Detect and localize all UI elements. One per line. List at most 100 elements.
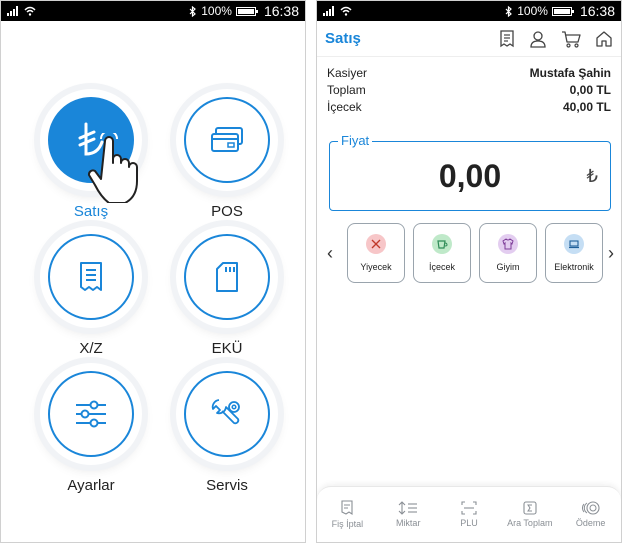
cart-icon[interactable] — [561, 30, 581, 48]
user-icon[interactable] — [529, 30, 547, 48]
category-carousel: ‹ Yiyecek İçecek Giyim Elektronik › — [317, 223, 621, 285]
category-elektronik[interactable]: Elektronik — [545, 223, 603, 283]
app-header: Satış — [317, 21, 621, 57]
category-icon-bg — [564, 234, 584, 254]
menu-circle — [176, 89, 278, 191]
menu-label: EKÜ — [211, 340, 243, 357]
category-icecek[interactable]: İçecek — [413, 223, 471, 283]
menu-circle-inner — [48, 234, 134, 320]
sum-icon — [523, 501, 537, 515]
chevron-right-icon[interactable]: › — [608, 243, 614, 264]
info-value: Mustafa Şahin — [529, 66, 611, 80]
info-row-total: Toplam 0,00 TL — [327, 82, 611, 99]
action-label: Fiş İptal — [331, 519, 364, 529]
status-bar: 100% 16:38 — [317, 1, 621, 21]
wifi-icon — [24, 6, 36, 16]
info-value: 0,00 TL — [569, 83, 611, 97]
menu-circle — [40, 226, 142, 328]
price-value: 0,00 — [438, 158, 502, 194]
price-legend: Fiyat — [338, 133, 373, 148]
memory-card-icon — [216, 262, 238, 292]
category-yiyecek[interactable]: Yiyecek — [347, 223, 405, 283]
category-label: İçecek — [428, 262, 455, 272]
battery-percent: 100% — [201, 4, 232, 18]
info-row-drink: İçecek 40,00 TL — [327, 99, 611, 116]
menu-circle — [176, 226, 278, 328]
menu-label: Satış — [73, 203, 109, 220]
action-plu[interactable]: PLU — [439, 501, 499, 528]
menu-label: X/Z — [79, 340, 103, 357]
menu-item-xz[interactable]: X/Z — [31, 226, 151, 357]
clock: 16:38 — [263, 3, 299, 19]
menu-circle-inner — [184, 97, 270, 183]
signal-wifi-indicator — [323, 6, 352, 16]
battery-percent: 100% — [517, 4, 548, 18]
menu-item-servis[interactable]: Servis — [167, 363, 287, 494]
signal-icon — [7, 6, 18, 16]
action-odeme[interactable]: Ödeme — [561, 501, 621, 528]
signal-icon — [323, 6, 334, 16]
barcode-scan-icon — [461, 501, 477, 515]
main-menu-screen: 100% 16:38 Satış POS X/Z EKÜ Ayarlar Ser… — [0, 0, 306, 543]
receipt-cancel-icon — [341, 500, 353, 516]
sliders-icon — [76, 400, 106, 428]
category-icon-bg — [366, 234, 386, 254]
status-bar: 100% 16:38 — [1, 1, 305, 21]
category-label: Yiyecek — [360, 262, 392, 272]
laptop-icon — [569, 240, 579, 249]
tools-icon — [211, 399, 240, 425]
battery-icon — [551, 6, 574, 16]
category-label: Giyim — [496, 262, 520, 272]
currency-symbol: ₺ — [586, 166, 598, 186]
clock: 16:38 — [579, 3, 615, 19]
category-label: Elektronik — [554, 262, 594, 272]
action-label: Ara Toplam — [507, 518, 553, 528]
menu-label: Servis — [206, 477, 248, 494]
menu-circle-inner — [184, 234, 270, 320]
bluetooth-icon — [189, 5, 197, 17]
main-menu-grid: Satış POS X/Z EKÜ Ayarlar Servis — [1, 21, 305, 542]
menu-circle — [40, 363, 142, 465]
price-input[interactable]: Fiyat 0,00 ₺ — [329, 133, 611, 211]
home-icon[interactable] — [595, 30, 613, 48]
sale-info: Kasiyer Mustafa Şahin Toplam 0,00 TL İçe… — [317, 57, 621, 116]
menu-circle-inner — [48, 371, 134, 457]
action-ara-toplam[interactable]: Ara Toplam — [500, 501, 560, 528]
info-value: 40,00 TL — [562, 100, 611, 114]
info-label: Kasiyer — [327, 66, 368, 80]
info-row-cashier: Kasiyer Mustafa Şahin — [327, 65, 611, 82]
menu-label: POS — [211, 203, 243, 220]
bottom-action-bar: Fiş İptal Miktar PLU Ara Toplam Ödeme — [317, 486, 621, 542]
menu-item-eku[interactable]: EKÜ — [167, 226, 287, 357]
coins-icon — [581, 501, 600, 515]
action-label: Miktar — [395, 518, 421, 528]
info-label: Toplam — [327, 83, 366, 97]
category-giyim[interactable]: Giyim — [479, 223, 537, 283]
sales-screen: 100% 16:38 Satış Kasiyer Mustafa Şahin T… — [316, 0, 622, 543]
action-fis-iptal[interactable]: Fiş İptal — [317, 500, 377, 529]
category-icon-bg — [432, 234, 452, 254]
menu-item-ayarlar[interactable]: Ayarlar — [31, 363, 151, 494]
info-label: İçecek — [327, 100, 362, 114]
menu-circle-inner — [184, 371, 270, 457]
shirt-icon — [502, 238, 514, 250]
menu-label: Ayarlar — [67, 477, 115, 494]
receipt-icon — [80, 262, 102, 291]
signal-wifi-indicator — [7, 6, 36, 16]
cup-icon — [437, 240, 448, 249]
category-icon-bg — [498, 234, 518, 254]
bluetooth-icon — [505, 5, 513, 17]
chevron-left-icon[interactable]: ‹ — [327, 243, 333, 264]
battery-icon — [235, 6, 258, 16]
action-label: Ödeme — [575, 518, 606, 528]
receipt-icon[interactable] — [499, 29, 515, 48]
hand-pointer-icon — [87, 133, 138, 203]
menu-item-pos[interactable]: POS — [167, 89, 287, 220]
action-miktar[interactable]: Miktar — [378, 501, 438, 528]
menu-circle — [176, 363, 278, 465]
utensils-icon — [371, 239, 381, 249]
action-label: PLU — [460, 518, 478, 528]
credit-card-icon — [211, 127, 243, 152]
quantity-icon — [398, 501, 418, 515]
wifi-icon — [340, 6, 352, 16]
